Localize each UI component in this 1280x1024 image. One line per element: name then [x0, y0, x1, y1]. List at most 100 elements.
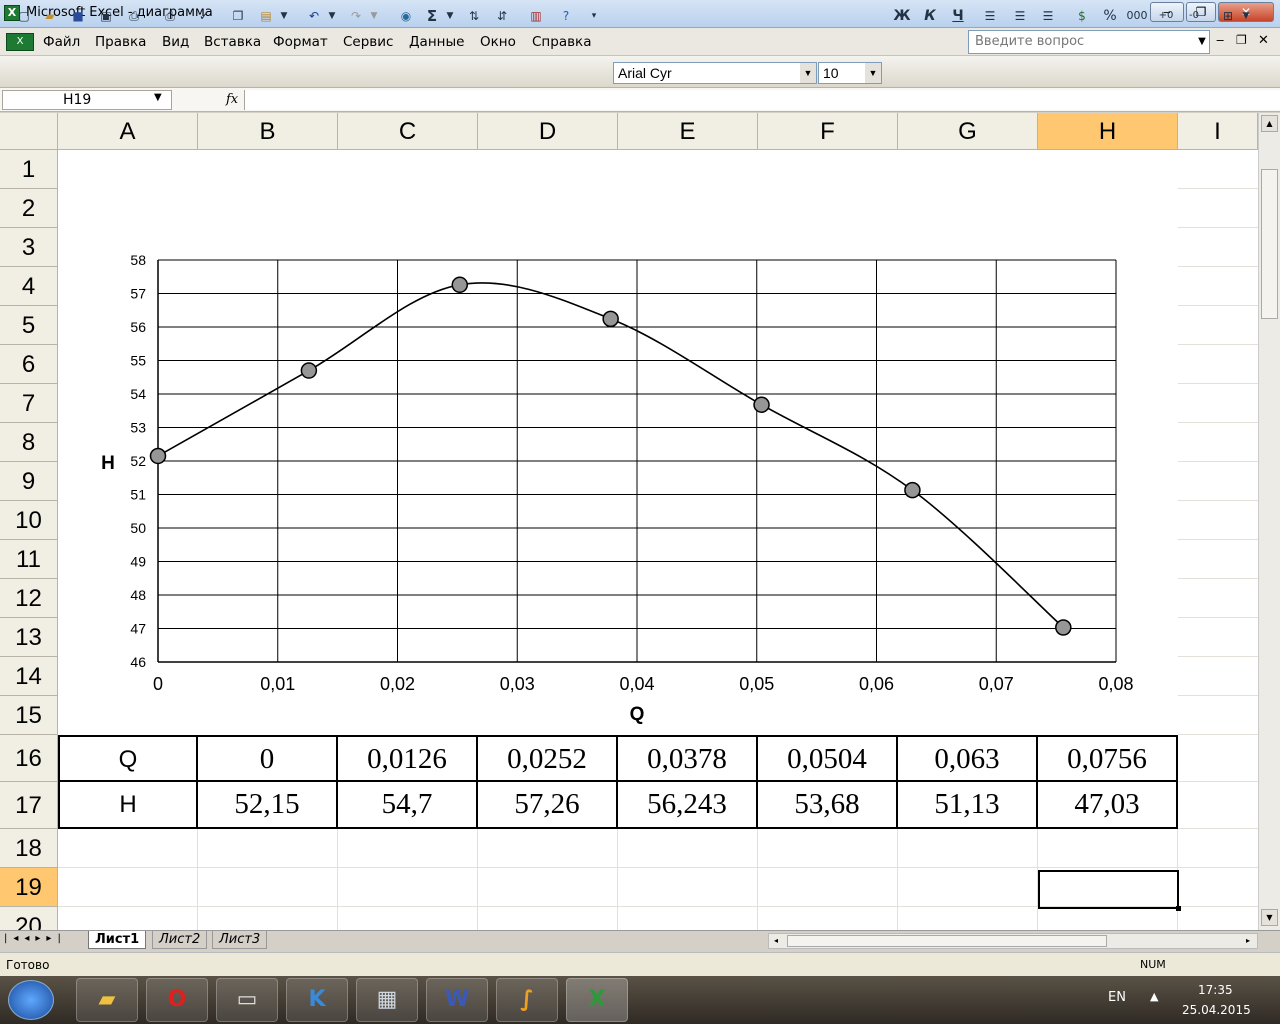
row-header-11[interactable]: 11	[0, 540, 58, 579]
column-header-h[interactable]: H	[1038, 113, 1178, 150]
menu-data[interactable]: Данные	[409, 34, 464, 50]
workbook-icon[interactable]: X	[6, 33, 34, 51]
undo-icon[interactable]: ↶	[304, 6, 324, 26]
table-cell-h-2[interactable]: 54,7	[338, 782, 478, 829]
autosum-dropdown-icon[interactable]: ▼	[444, 6, 456, 26]
help-dropdown-icon[interactable]: ▼	[1194, 30, 1210, 54]
row-header-19[interactable]: 19	[0, 868, 58, 907]
align-center-icon[interactable]: ☰	[1010, 6, 1030, 26]
column-header-d[interactable]: D	[478, 113, 618, 150]
computer-icon[interactable]: ▭	[216, 978, 278, 1022]
align-right-icon[interactable]: ☰	[1038, 6, 1058, 26]
column-header-e[interactable]: E	[618, 113, 758, 150]
menu-help[interactable]: Справка	[532, 34, 591, 50]
print-icon[interactable]: ⎙	[124, 6, 144, 26]
column-header-b[interactable]: B	[198, 113, 338, 150]
tab-sheet2[interactable]: Лист2	[152, 931, 208, 949]
horizontal-scroll-thumb[interactable]	[787, 935, 1107, 947]
kompas-icon[interactable]: K	[286, 978, 348, 1022]
fill-handle[interactable]	[1176, 906, 1181, 911]
paste-dropdown-icon[interactable]: ▼	[278, 6, 290, 26]
undo-dropdown-icon[interactable]: ▼	[326, 6, 338, 26]
start-button[interactable]	[8, 980, 54, 1020]
sort-asc-icon[interactable]: ⇅	[464, 6, 484, 26]
table-cell-q-5[interactable]: 0,0504	[758, 735, 898, 782]
column-header-a[interactable]: A	[58, 113, 198, 150]
percent-button[interactable]: %	[1100, 6, 1120, 26]
redo-icon[interactable]: ↷	[346, 6, 366, 26]
row-header-2[interactable]: 2	[0, 189, 58, 228]
table-cell-h-1[interactable]: 52,15	[198, 782, 338, 829]
chart-wizard-icon[interactable]: ▥	[526, 6, 546, 26]
row-header-16[interactable]: 16	[0, 735, 58, 782]
column-header-i[interactable]: I	[1178, 113, 1258, 150]
copy-icon[interactable]: ❐	[228, 6, 248, 26]
table-cell-q-7[interactable]: 0,0756	[1038, 735, 1178, 782]
column-header-c[interactable]: C	[338, 113, 478, 150]
chart-area[interactable]: 46 47 48 49 50 51 52 53 54 55 56 57 58 0 0,01 0,02 0,03 0…	[58, 150, 1178, 735]
table-cell-h-4[interactable]: 56,243	[618, 782, 758, 829]
tab-sheet3[interactable]: Лист3	[212, 931, 268, 949]
font-size-select[interactable]: 10 ▼	[818, 62, 882, 84]
doc-close-button[interactable]: ✕	[1258, 33, 1269, 48]
currency-icon[interactable]: $	[1072, 6, 1092, 26]
row-header-20[interactable]: 20	[0, 907, 58, 930]
print-preview-icon[interactable]: ⎙	[160, 6, 180, 26]
word-icon[interactable]: W	[426, 978, 488, 1022]
column-header-g[interactable]: G	[898, 113, 1038, 150]
row-header-15[interactable]: 15	[0, 696, 58, 735]
name-box[interactable]: H19	[2, 90, 172, 110]
redo-dropdown-icon[interactable]: ▼	[368, 6, 380, 26]
clock-time[interactable]: 17:35	[1198, 983, 1233, 997]
menu-window[interactable]: Окно	[480, 34, 516, 50]
table-label-h[interactable]: H	[58, 782, 198, 829]
autosum-icon[interactable]: Σ	[422, 6, 442, 26]
menu-tools[interactable]: Сервис	[343, 34, 393, 50]
tab-nav-icons[interactable]: |◂◂▸▸|	[4, 933, 67, 944]
scroll-right-icon[interactable]: ▸	[1241, 934, 1255, 948]
increase-decimal-icon[interactable]: +0	[1156, 6, 1176, 26]
table-cell-h-7[interactable]: 47,03	[1038, 782, 1178, 829]
excel-icon[interactable]: X	[566, 978, 628, 1022]
calculator-icon[interactable]: ▦	[356, 978, 418, 1022]
row-header-10[interactable]: 10	[0, 501, 58, 540]
row-header-5[interactable]: 5	[0, 306, 58, 345]
opera-icon[interactable]: O	[146, 978, 208, 1022]
table-cell-q-4[interactable]: 0,0378	[618, 735, 758, 782]
row-header-18[interactable]: 18	[0, 829, 58, 868]
menu-view[interactable]: Вид	[162, 34, 189, 50]
font-dropdown-icon[interactable]: ▼	[800, 63, 816, 83]
help-search-input[interactable]: Введите вопрос	[968, 30, 1210, 54]
row-header-4[interactable]: 4	[0, 267, 58, 306]
table-label-q[interactable]: Q	[58, 735, 198, 782]
row-header-12[interactable]: 12	[0, 579, 58, 618]
decrease-decimal-icon[interactable]: -0	[1184, 6, 1204, 26]
formula-input[interactable]	[244, 90, 1280, 110]
insert-function-icon[interactable]: fx	[226, 92, 238, 107]
vertical-scroll-thumb[interactable]	[1261, 169, 1278, 319]
row-header-14[interactable]: 14	[0, 657, 58, 696]
menu-edit[interactable]: Правка	[95, 34, 146, 50]
folder-icon[interactable]: ▰	[76, 978, 138, 1022]
table-cell-h-5[interactable]: 53,68	[758, 782, 898, 829]
table-cell-h-6[interactable]: 51,13	[898, 782, 1038, 829]
horizontal-scrollbar[interactable]: ◂ ▸	[768, 933, 1258, 949]
clock-date[interactable]: 25.04.2015	[1182, 1003, 1251, 1017]
table-cell-q-3[interactable]: 0,0252	[478, 735, 618, 782]
sort-desc-icon[interactable]: ⇵	[492, 6, 512, 26]
row-header-8[interactable]: 8	[0, 423, 58, 462]
row-header-17[interactable]: 17	[0, 782, 58, 829]
vertical-scrollbar[interactable]: ▲ ▼	[1258, 113, 1280, 930]
hyperlink-icon[interactable]: ◉	[396, 6, 416, 26]
row-header-6[interactable]: 6	[0, 345, 58, 384]
column-header-f[interactable]: F	[758, 113, 898, 150]
table-cell-q-1[interactable]: 0	[198, 735, 338, 782]
open-folder-icon[interactable]: ▰	[40, 6, 60, 26]
new-file-icon[interactable]: ▢	[14, 6, 34, 26]
language-indicator[interactable]: EN	[1108, 990, 1126, 1005]
permission-icon[interactable]: ▣	[96, 6, 116, 26]
menu-format[interactable]: Формат	[273, 34, 328, 50]
tab-sheet1[interactable]: Лист1	[88, 931, 147, 949]
row-header-3[interactable]: 3	[0, 228, 58, 267]
doc-restore-button[interactable]: ❐	[1236, 33, 1247, 47]
